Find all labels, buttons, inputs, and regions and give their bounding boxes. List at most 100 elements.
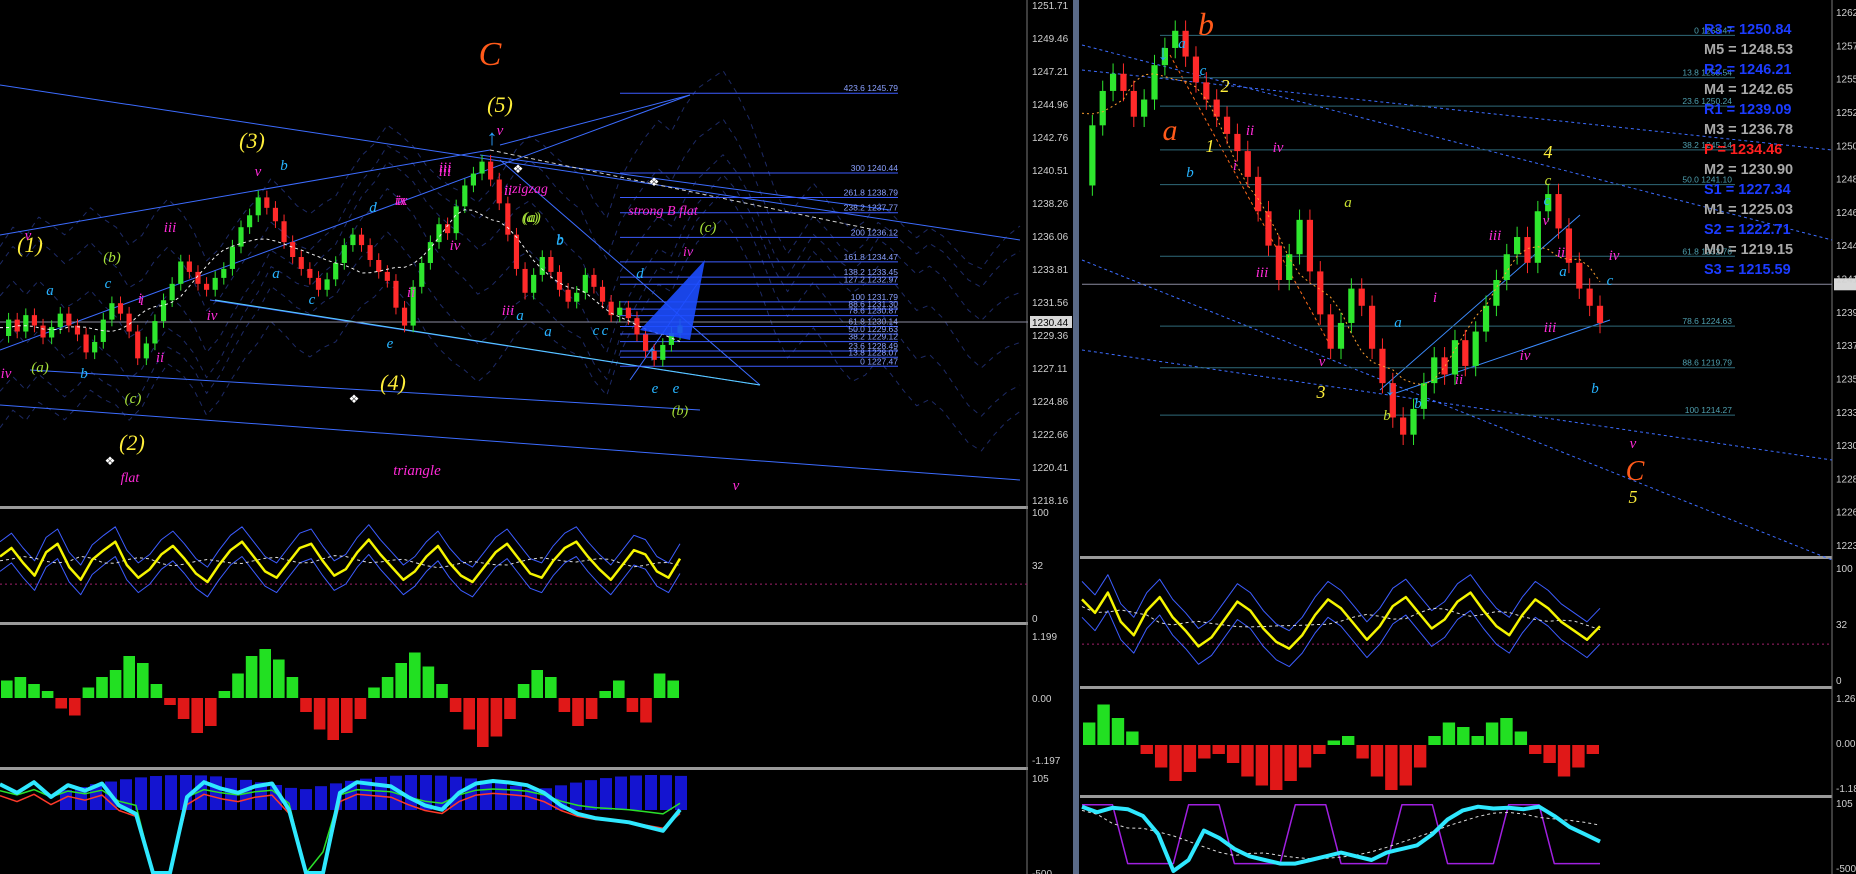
left-price-candle-body <box>453 206 459 234</box>
histogram-bar <box>1140 745 1153 754</box>
histogram-bar <box>300 698 312 712</box>
volume-bar <box>375 776 387 810</box>
left-price-candle-body <box>109 303 115 320</box>
histogram-bar <box>1572 745 1585 768</box>
wave-label: (c) <box>125 391 142 407</box>
wave-label: zigzag <box>511 182 548 197</box>
histogram-bar <box>1169 745 1182 781</box>
wave-label-minor: iv <box>450 238 461 254</box>
wave-label-minor: iii <box>1256 265 1269 281</box>
volume-bar <box>600 778 612 810</box>
left-price-candle-body <box>479 161 485 174</box>
left-price-candle-body <box>169 283 175 301</box>
histogram-bar <box>1097 704 1110 745</box>
right-price-candle-body <box>1524 237 1531 263</box>
histogram-bar <box>558 698 571 712</box>
left-price-candle-body <box>255 197 261 216</box>
histogram-bar <box>381 677 394 698</box>
pivot-level-label: P = 1234.46 <box>1704 142 1782 158</box>
histogram-bar <box>69 698 81 716</box>
left-price-candle-body <box>23 315 29 332</box>
right-price-axis-tick: 1230 <box>1836 441 1856 452</box>
volume-bar <box>150 776 162 810</box>
wave-label-minor: a <box>1178 36 1186 52</box>
turn-arrow-icon: ↑ <box>647 340 658 365</box>
right-price-candle-body <box>1482 305 1490 332</box>
left-price-candle-body <box>556 271 563 290</box>
histogram-bar <box>504 698 516 719</box>
fib-level-label: 423.6 1245.79 <box>844 83 899 93</box>
wave-label-minor: c <box>593 323 600 339</box>
left-price-axis-tick: 1222.66 <box>1032 430 1069 441</box>
right-price-candle-body <box>1348 288 1355 323</box>
panel-separator <box>0 767 1028 770</box>
wave-label-minor: b <box>80 366 88 382</box>
left-oscillator-axis-tick: 0 <box>1032 614 1038 625</box>
pattern-marker-icon: ❖ <box>513 162 524 176</box>
panel-separator <box>1080 795 1832 798</box>
histogram-bar <box>1356 745 1369 759</box>
histogram-bar <box>653 673 666 698</box>
wave-label-minor: c <box>1544 193 1551 209</box>
left-price-candle-body <box>57 313 63 328</box>
volume-bar <box>495 783 507 810</box>
left-price-candle-body <box>307 268 313 278</box>
histogram-bar <box>477 698 489 747</box>
histogram-bar <box>1543 745 1556 763</box>
volume-bar <box>315 786 327 810</box>
histogram-bar <box>1385 745 1398 790</box>
histogram-bar <box>259 649 271 698</box>
right-price-candle-body <box>1431 357 1438 384</box>
right-price-candle-body <box>1244 151 1251 177</box>
left-price-candle-body <box>92 341 98 353</box>
wave-label-minor: i <box>140 293 144 309</box>
wave-label-minor: e <box>673 381 680 397</box>
wave-label-minor: c <box>105 276 112 292</box>
right-price-candle-body <box>1358 288 1365 306</box>
right-price-candle-body <box>1514 237 1521 255</box>
right-price-axis-tick: 1250 <box>1836 141 1856 152</box>
left-price-axis-tick: 1242.76 <box>1032 133 1069 144</box>
left-price-candle-body <box>186 261 192 272</box>
right-price-candle-body <box>1586 288 1593 306</box>
wave-label-minor: c <box>1545 173 1552 189</box>
left-price-candle-body <box>350 234 356 246</box>
left-price-candle-body <box>625 307 631 319</box>
histogram-bar <box>1442 722 1456 745</box>
histogram-bar <box>354 698 367 719</box>
wave-label: b <box>1198 6 1214 42</box>
histogram-bar <box>313 698 326 730</box>
wave-label-minor: ix <box>397 193 408 209</box>
wave-label-minor: i <box>1233 158 1237 174</box>
wave-label-minor: iii <box>502 303 515 319</box>
right-price-axis-tick: 1223 <box>1836 541 1856 552</box>
right-price-candle-body <box>1565 228 1573 263</box>
histogram-bar <box>1298 745 1312 768</box>
left-price-candle-body <box>565 289 571 302</box>
volume-bar <box>585 780 597 810</box>
right-price-candle-body <box>1296 219 1303 255</box>
histogram-bar <box>150 684 163 698</box>
right-price-candle-body <box>1120 73 1127 91</box>
right-oscillator-axis-tick: 0 <box>1836 676 1842 687</box>
window-divider[interactable] <box>1073 0 1079 874</box>
right-price-candle-body <box>1275 245 1282 280</box>
histogram-bar <box>327 698 339 740</box>
histogram-bar <box>667 680 679 698</box>
right-price-candle-body <box>1306 219 1314 272</box>
left-price-candle-body <box>135 331 141 359</box>
right-price-candle-body <box>1223 116 1231 134</box>
left-price-axis-tick: 1218.16 <box>1032 496 1069 507</box>
right-oscillator-axis-tick: 100 <box>1836 564 1853 575</box>
wave-label-minor: ii <box>504 183 512 199</box>
left-price-candle-body <box>152 321 158 344</box>
histogram-bar <box>545 677 557 698</box>
right-price-candle-body <box>1596 305 1604 323</box>
histogram-bar <box>1529 745 1542 754</box>
wave-label-minor: i <box>1433 290 1437 306</box>
pivot-level-label: M2 = 1230.90 <box>1704 162 1793 178</box>
right-price-candle-body <box>1368 305 1376 349</box>
right-price-candle-body <box>1141 99 1148 117</box>
right-price-candle-body <box>1327 314 1334 349</box>
histogram-bar <box>368 687 380 698</box>
